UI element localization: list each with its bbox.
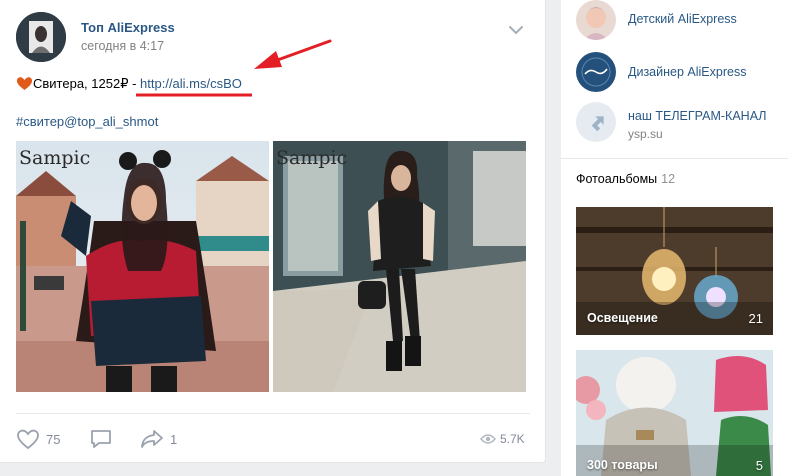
views-counter: 5.7K (480, 428, 525, 450)
external-link-icon (576, 102, 616, 142)
like-button[interactable]: 75 (16, 428, 60, 450)
link-item-designer-aliexpress[interactable]: Дизайнер AliExpress (576, 52, 788, 92)
album-photo-count: 5 (755, 458, 763, 473)
views-count: 5.7K (500, 432, 525, 446)
like-count: 75 (46, 431, 61, 447)
red-arrow-annotation (136, 39, 332, 97)
comment-icon (91, 430, 111, 448)
post-photo-2[interactable]: Sampic (273, 141, 526, 392)
album-300-goods[interactable]: 300 товары 5 (576, 350, 773, 476)
album-photo-count: 21 (748, 311, 763, 326)
link-title[interactable]: наш ТЕЛЕГРАМ-КАНАЛ (628, 109, 767, 123)
photo-sweater-red: Sampic (16, 141, 269, 392)
eye-icon (480, 434, 496, 444)
heart-icon (17, 429, 39, 450)
post-hashtag[interactable]: #свитер@top_ali_shmot (16, 114, 158, 129)
photo-watermark: Sampic (19, 147, 90, 169)
link-avatar (576, 52, 616, 92)
designer-logo-image (576, 52, 616, 92)
baby-avatar-image (576, 0, 616, 40)
link-avatar (576, 0, 616, 40)
photo-watermark: Sampic (276, 147, 347, 169)
link-item-kids-aliexpress[interactable]: Детский AliExpress (576, 0, 788, 40)
album-lighting[interactable]: Освещение 21 (576, 207, 773, 335)
albums-label: Фотоальбомы (576, 172, 658, 186)
post-photo-1[interactable]: Sampic (16, 141, 269, 392)
post-divider (16, 413, 530, 414)
album-title: Освещение (587, 311, 658, 325)
wall-post: Топ AliExpress сегодня в 4:17 Свитера, 1… (0, 0, 546, 463)
link-subtitle: ysp.su (628, 127, 663, 141)
photo-black-outfit: Sampic (273, 141, 526, 392)
link-title[interactable]: Детский AliExpress (628, 12, 737, 26)
link-item-telegram-channel[interactable]: наш ТЕЛЕГРАМ-КАНАЛ ysp.su (576, 102, 788, 142)
sidebar-divider (561, 158, 788, 159)
link-title[interactable]: Дизайнер AliExpress (628, 65, 746, 79)
comment-button[interactable] (90, 428, 112, 450)
share-icon (141, 430, 163, 448)
share-button[interactable]: 1 (140, 428, 177, 450)
share-count: 1 (170, 431, 178, 447)
album-title: 300 товары (587, 458, 658, 472)
albums-count: 12 (661, 172, 676, 186)
right-sidebar: Детский AliExpress Дизайнер AliExpress н… (561, 0, 788, 476)
link-avatar (576, 102, 616, 142)
albums-header[interactable]: Фотоальбомы 12 (576, 172, 675, 186)
